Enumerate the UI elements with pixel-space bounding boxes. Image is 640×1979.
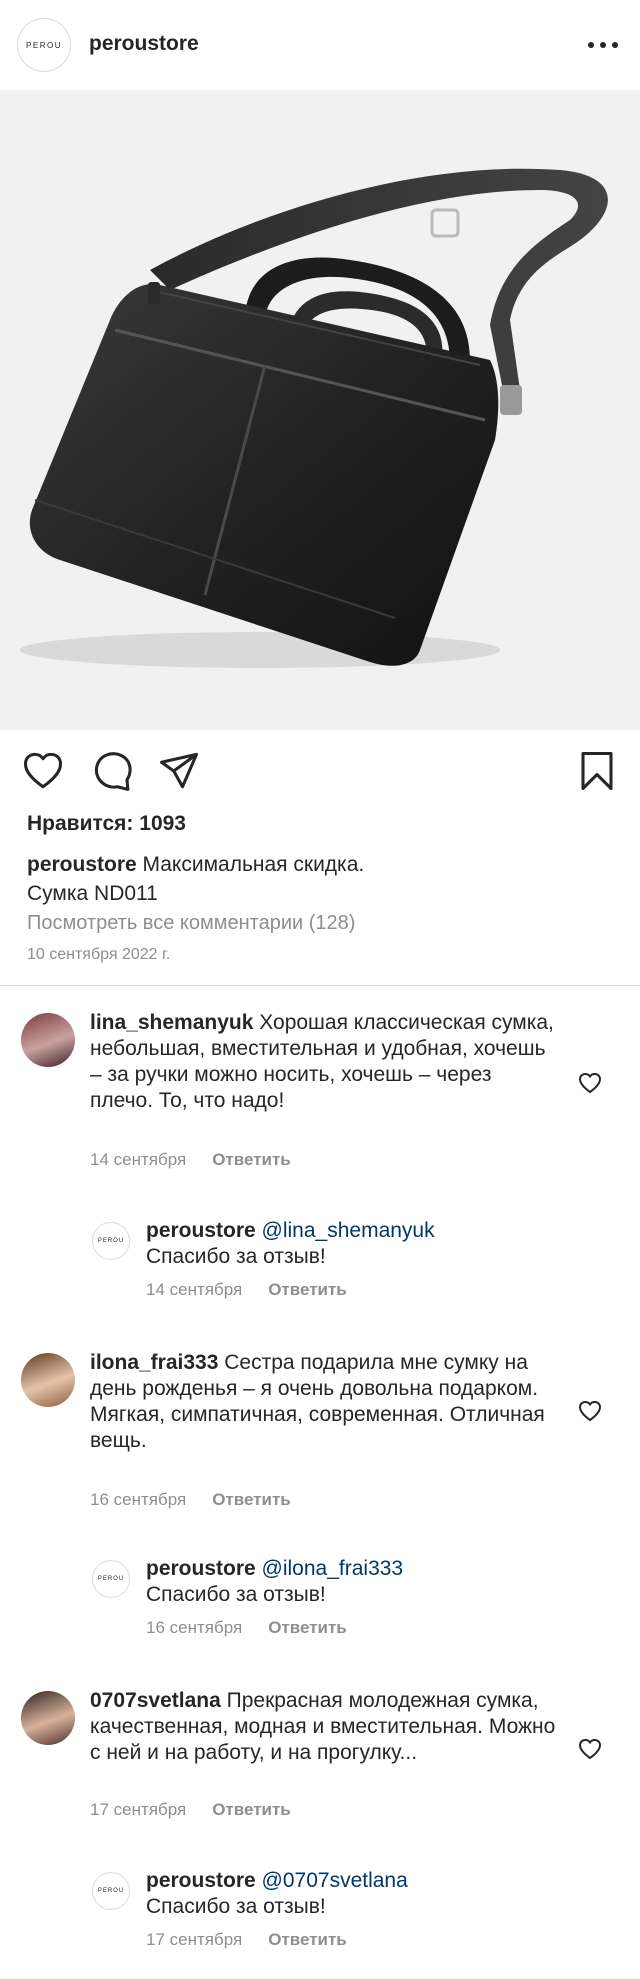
comment-date: 16 сентября [90, 1490, 187, 1509]
reply-button[interactable]: Ответить [212, 1150, 291, 1170]
reply-username[interactable]: peroustore [146, 1557, 256, 1580]
comment-icon[interactable] [92, 750, 134, 792]
comment-like-icon[interactable] [578, 1738, 602, 1760]
reply-mention[interactable]: @0707svetlana [262, 1869, 408, 1892]
post-date: 10 сентября 2022 г. [27, 946, 171, 963]
reply-text: peroustore @ilona_frai333 Спасибо за отз… [146, 1556, 576, 1608]
reply-body: Спасибо за отзыв! [146, 1583, 326, 1606]
reply-username[interactable]: peroustore [146, 1219, 256, 1242]
likes-count[interactable]: Нравится: 1093 [27, 812, 186, 836]
reply-mention[interactable]: @lina_shemanyuk [262, 1219, 435, 1242]
post-username[interactable]: peroustore [89, 32, 199, 56]
reply-text: peroustore @lina_shemanyuk Спасибо за от… [146, 1218, 576, 1270]
comment-text: 0707svetlana Прекрасная молодежная сумка… [90, 1688, 560, 1766]
post-actions [0, 730, 640, 810]
comment-meta: 16 сентября Ответить [90, 1490, 291, 1510]
store-reply-avatar[interactable]: PEROU [92, 1222, 130, 1260]
reply-date: 16 сентября [146, 1618, 243, 1637]
store-reply-avatar-text: PEROU [97, 1238, 125, 1244]
store-reply-avatar-text: PEROU [97, 1576, 125, 1582]
store-avatar[interactable]: PEROU [17, 18, 71, 72]
store-reply-avatar-text: PEROU [97, 1888, 125, 1894]
comment-like-icon[interactable] [578, 1400, 602, 1422]
view-all-comments-link[interactable]: Посмотреть все комментарии (128) [27, 912, 355, 935]
reply-meta: 14 сентября Ответить [146, 1280, 347, 1300]
divider [0, 985, 640, 986]
comment-meta: 17 сентября Ответить [90, 1800, 291, 1820]
caption-username[interactable]: peroustore [27, 853, 137, 876]
reply-mention[interactable]: @ilona_frai333 [262, 1557, 404, 1580]
reply-button[interactable]: Ответить [268, 1930, 347, 1950]
caption-text-line1: Максимальная скидка. [136, 853, 365, 876]
reply-text: peroustore @0707svetlana Спасибо за отзы… [146, 1868, 576, 1920]
more-options-icon[interactable] [588, 36, 618, 54]
commenter-avatar[interactable] [21, 1691, 75, 1745]
reply-meta: 17 сентября Ответить [146, 1930, 347, 1950]
reply-button[interactable]: Ответить [268, 1618, 347, 1638]
post-caption: peroustore Максимальная скидка. Сумка ND… [27, 850, 617, 908]
comment-date: 14 сентября [90, 1150, 187, 1169]
comment-like-icon[interactable] [578, 1072, 602, 1094]
reply-meta: 16 сентября Ответить [146, 1618, 347, 1638]
comment-text: ilona_frai333 Сестра подарила мне сумку … [90, 1350, 560, 1454]
store-reply-avatar[interactable]: PEROU [92, 1872, 130, 1910]
comment-username[interactable]: 0707svetlana [90, 1689, 221, 1712]
share-icon[interactable] [158, 750, 200, 792]
store-reply-avatar[interactable]: PEROU [92, 1560, 130, 1598]
reply-date: 14 сентября [146, 1280, 243, 1299]
comment-date: 17 сентября [90, 1800, 187, 1819]
comment-meta: 14 сентября Ответить [90, 1150, 291, 1170]
reply-body: Спасибо за отзыв! [146, 1895, 326, 1918]
commenter-avatar[interactable] [21, 1013, 75, 1067]
comment-text: lina_shemanyuk Хорошая классическая сумк… [90, 1010, 560, 1114]
like-icon[interactable] [22, 750, 64, 792]
reply-username[interactable]: peroustore [146, 1869, 256, 1892]
reply-button[interactable]: Ответить [212, 1490, 291, 1510]
caption-text-line2: Сумка ND011 [27, 882, 158, 905]
commenter-avatar[interactable] [21, 1353, 75, 1407]
bookmark-icon[interactable] [576, 750, 618, 792]
bag-image [20, 168, 608, 668]
post-header: PEROU peroustore [0, 0, 640, 90]
reply-button[interactable]: Ответить [268, 1280, 347, 1300]
store-avatar-text: PEROU [26, 40, 62, 50]
reply-button[interactable]: Ответить [212, 1800, 291, 1820]
comment-username[interactable]: lina_shemanyuk [90, 1011, 253, 1034]
reply-date: 17 сентября [146, 1930, 243, 1949]
post-photo[interactable] [0, 90, 640, 730]
reply-body: Спасибо за отзыв! [146, 1245, 326, 1268]
comment-username[interactable]: ilona_frai333 [90, 1351, 218, 1374]
